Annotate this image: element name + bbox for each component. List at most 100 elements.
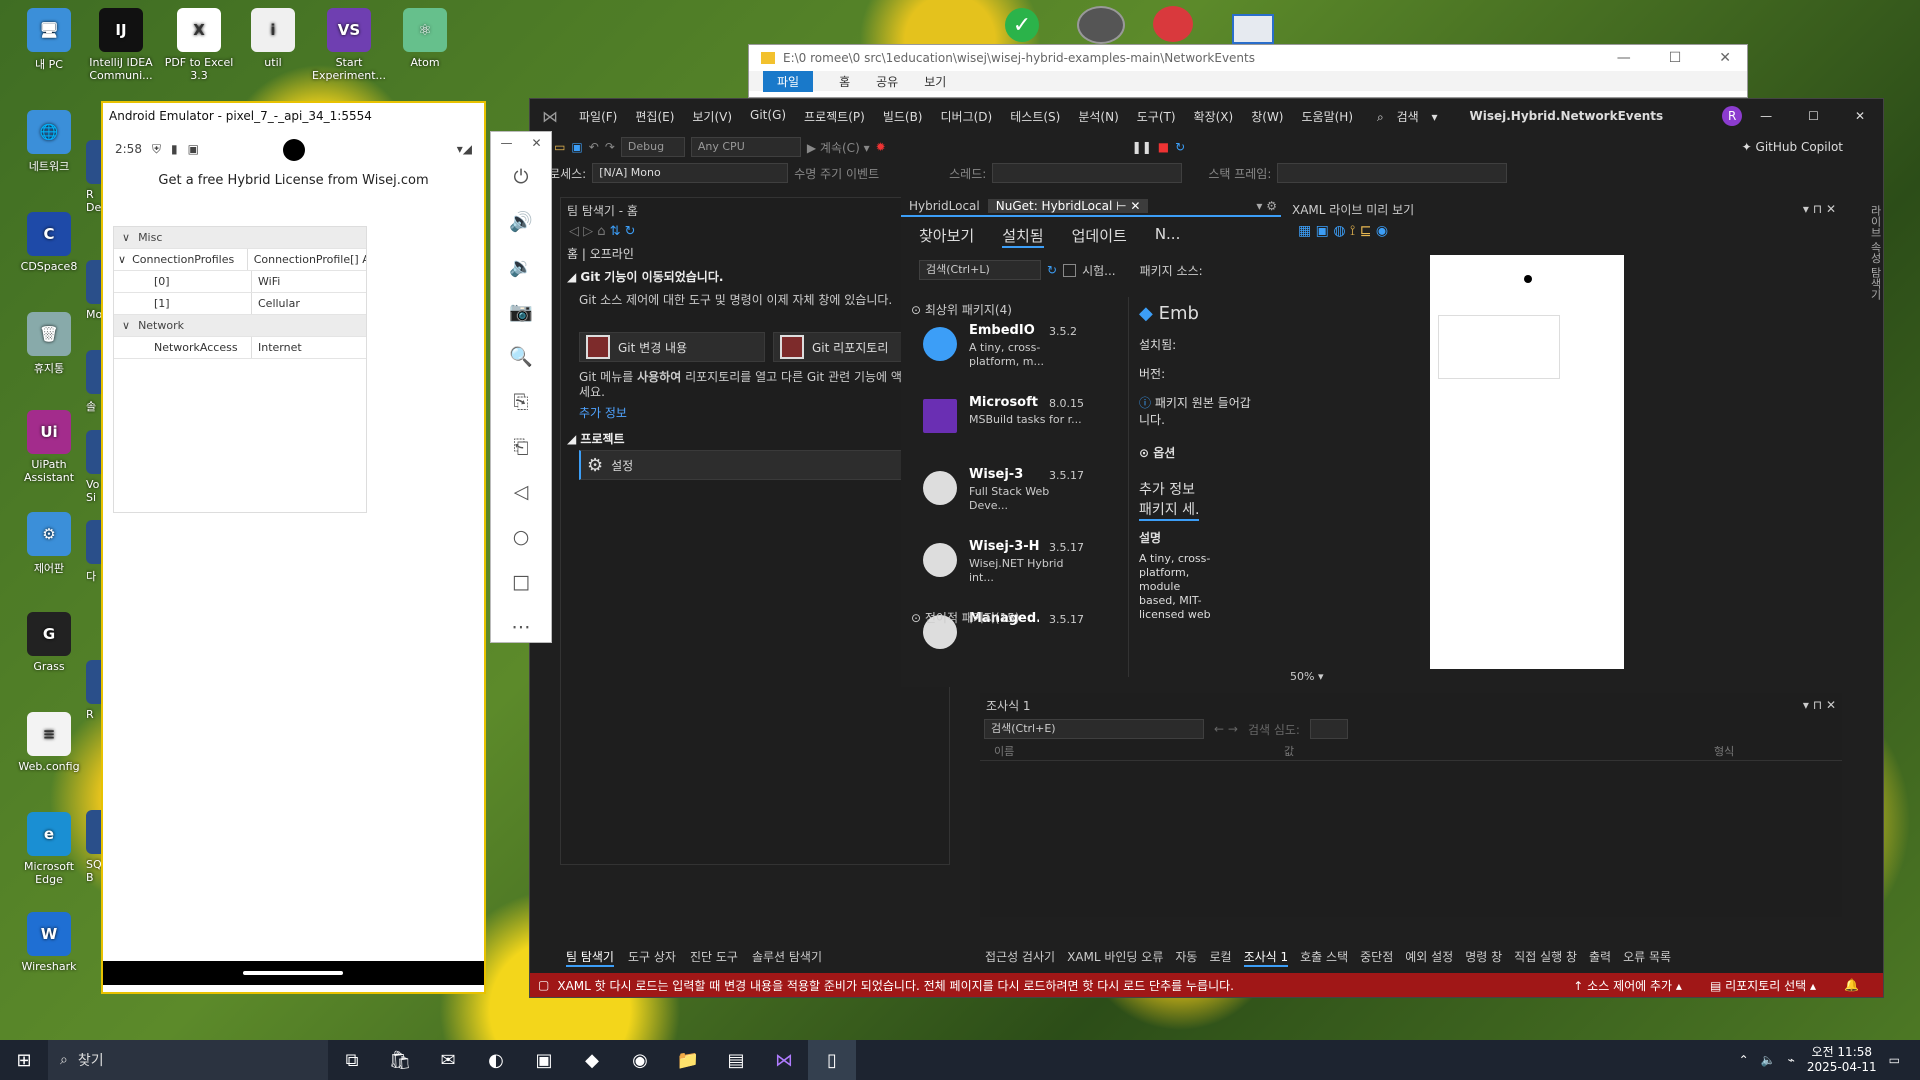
tool-window-tab[interactable]: 로컬 <box>1209 948 1231 967</box>
menu-item[interactable]: 분석(N) <box>1069 108 1127 125</box>
desktop-icon[interactable]: VS Start Experiment... <box>312 8 386 82</box>
process-select[interactable]: [N/A] Mono <box>592 163 789 183</box>
chevron-down-icon[interactable]: ∨ <box>118 253 132 266</box>
tool-window-tab[interactable]: 예외 설정 <box>1405 948 1453 967</box>
ribbon-tab[interactable]: 보기 <box>924 73 946 90</box>
watch-column-header[interactable]: 이름 <box>980 743 1270 759</box>
menu-item[interactable]: 편집(E) <box>626 108 683 125</box>
grid-row[interactable]: NetworkAccess Internet <box>114 337 366 359</box>
restart-icon[interactable]: ↻ <box>1175 140 1185 154</box>
notification-icon[interactable]: 🔔 <box>1844 978 1859 992</box>
undo-icon[interactable]: ↶ <box>589 140 599 154</box>
desktop-icon[interactable]: 🗑 휴지통 <box>12 312 86 376</box>
stop-icon[interactable]: ■ <box>1158 140 1169 154</box>
desktop-icon[interactable]: e Microsoft Edge <box>12 812 86 886</box>
grid-category[interactable]: ∨ Network <box>114 315 366 337</box>
tool-window-tab[interactable]: 접근성 검사기 <box>985 948 1055 967</box>
open-icon[interactable]: ▭ <box>554 140 565 154</box>
tool-window-tab[interactable]: 도구 상자 <box>628 948 676 967</box>
desktop-icon[interactable]: i util <box>236 8 310 69</box>
emulator-control-button[interactable]: □ <box>491 559 551 604</box>
vs-logo-icon[interactable]: ⋈ <box>530 107 570 126</box>
license-text[interactable]: Get a free Hybrid License from Wisej.com <box>103 173 484 188</box>
app-icon[interactable]: ▣ <box>520 1040 568 1080</box>
depth-select[interactable] <box>1309 719 1348 739</box>
select-repository[interactable]: ▤ 리포지토리 선택 ▴ <box>1710 977 1816 994</box>
emulator-control-button[interactable]: 🔊 <box>491 199 551 244</box>
lifecycle-label[interactable]: 수명 주기 이벤트 <box>794 165 879 182</box>
nuget-search-input[interactable]: 검색(Ctrl+L) <box>919 260 1041 280</box>
panel-controls[interactable]: ▾ ⊓ ✕ <box>1803 202 1836 216</box>
maximize-icon[interactable]: ☐ <box>1790 109 1837 123</box>
minimize-icon[interactable]: — <box>1742 109 1790 123</box>
tab-hybridlocal[interactable]: HybridLocal <box>901 199 988 213</box>
menu-item[interactable]: 테스트(S) <box>1001 108 1069 125</box>
watch-column-header[interactable]: 값 <box>1270 743 1700 759</box>
stack-select[interactable] <box>1277 163 1508 183</box>
menu-item[interactable]: 도구(T) <box>1128 108 1185 125</box>
gesture-bar[interactable] <box>103 961 484 985</box>
menu-item[interactable]: Git(G) <box>741 108 795 125</box>
tab-nuget[interactable]: NuGet: HybridLocal ⊢ ✕ <box>987 199 1149 213</box>
copilot-button[interactable]: ✦ GitHub Copilot <box>1742 140 1883 154</box>
edge-icon[interactable]: ◐ <box>472 1040 520 1080</box>
emulator-window-controls[interactable]: — ✕ <box>491 132 551 154</box>
emulator-control-button[interactable]: ○ <box>491 514 551 559</box>
file-explorer-icon[interactable]: 📁 <box>664 1040 712 1080</box>
chevron-down-icon[interactable]: ∨ <box>114 231 138 244</box>
tool-window-tab[interactable]: 명령 창 <box>1465 948 1502 967</box>
tool-window-tab[interactable]: 솔루션 탐색기 <box>752 948 822 967</box>
transitive-group[interactable]: ⊙ 전이적 패키지(15) <box>911 609 1020 626</box>
copilot-icon[interactable]: ◆ <box>568 1040 616 1080</box>
visual-studio-icon[interactable]: ⋈ <box>760 1040 808 1080</box>
menu-item[interactable]: 도움말(H) <box>1293 108 1363 125</box>
emulator-control-button[interactable]: ◁ <box>491 469 551 514</box>
thread-select[interactable] <box>992 163 1183 183</box>
desktop-icon[interactable]: ⚛ Atom <box>388 8 462 69</box>
minimize-icon[interactable]: — <box>1617 50 1631 66</box>
tool-window-tab[interactable]: 호출 스택 <box>1300 948 1348 967</box>
mail-icon[interactable]: ✉ <box>424 1040 472 1080</box>
panel-controls[interactable]: ▾ ⊓ ✕ <box>1803 698 1836 712</box>
desktop-icon[interactable]: ≡ Web.config <box>12 712 86 773</box>
tool-window-tab[interactable]: 팀 탐색기 <box>566 948 614 967</box>
live-property-explorer-tab[interactable]: 라이브 속성 탐색기 <box>1859 197 1883 865</box>
tool-window-tab[interactable]: XAML 바인딩 오류 <box>1067 948 1163 967</box>
tool-window-tab[interactable]: 자동 <box>1175 948 1197 967</box>
menu-item[interactable]: 파일(F) <box>570 108 626 125</box>
top-packages-group[interactable]: ⊙ 최상위 패키지(4) <box>911 297 1128 322</box>
xaml-toolbar[interactable]: ▦ ▣ ◍ ⟟ ⊑ ◉ <box>1286 221 1842 241</box>
emulator-control-button[interactable]: 🔍 <box>491 334 551 379</box>
grid-row[interactable]: [0] WiFi <box>114 271 366 293</box>
redo-icon[interactable]: ↷ <box>605 140 615 154</box>
nuget-subtab[interactable]: 찾아보기 <box>919 225 974 248</box>
tool-window-tab[interactable]: 조사식 1 <box>1243 948 1289 967</box>
desktop-icon[interactable]: Ui UiPath Assistant <box>12 410 86 484</box>
desktop-icon[interactable]: W Wireshark <box>12 912 86 973</box>
tool-window-tab[interactable]: 오류 목록 <box>1623 948 1671 967</box>
emulator-control-button[interactable]: ⎗ <box>491 424 551 469</box>
prerelease-checkbox[interactable] <box>1063 263 1077 277</box>
emulator-control-button[interactable]: ⋯ <box>491 604 551 649</box>
nuget-subtab[interactable]: 설치됨 <box>1002 225 1044 248</box>
watch-column-header[interactable]: 형식 <box>1700 743 1820 759</box>
check-icon[interactable]: ✓ <box>1005 8 1039 42</box>
menu-item[interactable]: 확장(X) <box>1185 108 1243 125</box>
chrome-icon[interactable]: ◉ <box>616 1040 664 1080</box>
git-changes-button[interactable]: Git 변경 내용 <box>579 332 765 362</box>
start-button[interactable]: ⊞ <box>0 1040 48 1080</box>
emulator-control-button[interactable]: ⎘ <box>491 379 551 424</box>
grid-category[interactable]: ∨ Misc <box>114 227 366 249</box>
task-view-icon[interactable]: ⧉ <box>328 1040 376 1080</box>
chevron-down-icon[interactable]: ∨ <box>114 319 138 332</box>
notification-center-icon[interactable]: ▭ <box>1889 1053 1900 1067</box>
package-item[interactable]: Wisej-3-H 3.5.17 Wisej.NET Hybrid int... <box>923 539 1123 609</box>
nuget-subtab[interactable]: 업데이트 <box>1072 225 1127 248</box>
close-icon[interactable]: ✕ <box>1719 50 1731 66</box>
more-info-link[interactable]: 추가 정보 <box>579 404 627 421</box>
panel-controls[interactable]: ▾ ⚙ <box>1256 199 1281 213</box>
emulator-control-button[interactable]: 📷 <box>491 289 551 334</box>
vpn-icon[interactable] <box>1153 6 1193 42</box>
desktop-icon[interactable]: IJ IntelliJ IDEA Communi... <box>84 8 158 82</box>
maximize-icon[interactable]: ☐ <box>1669 50 1682 66</box>
